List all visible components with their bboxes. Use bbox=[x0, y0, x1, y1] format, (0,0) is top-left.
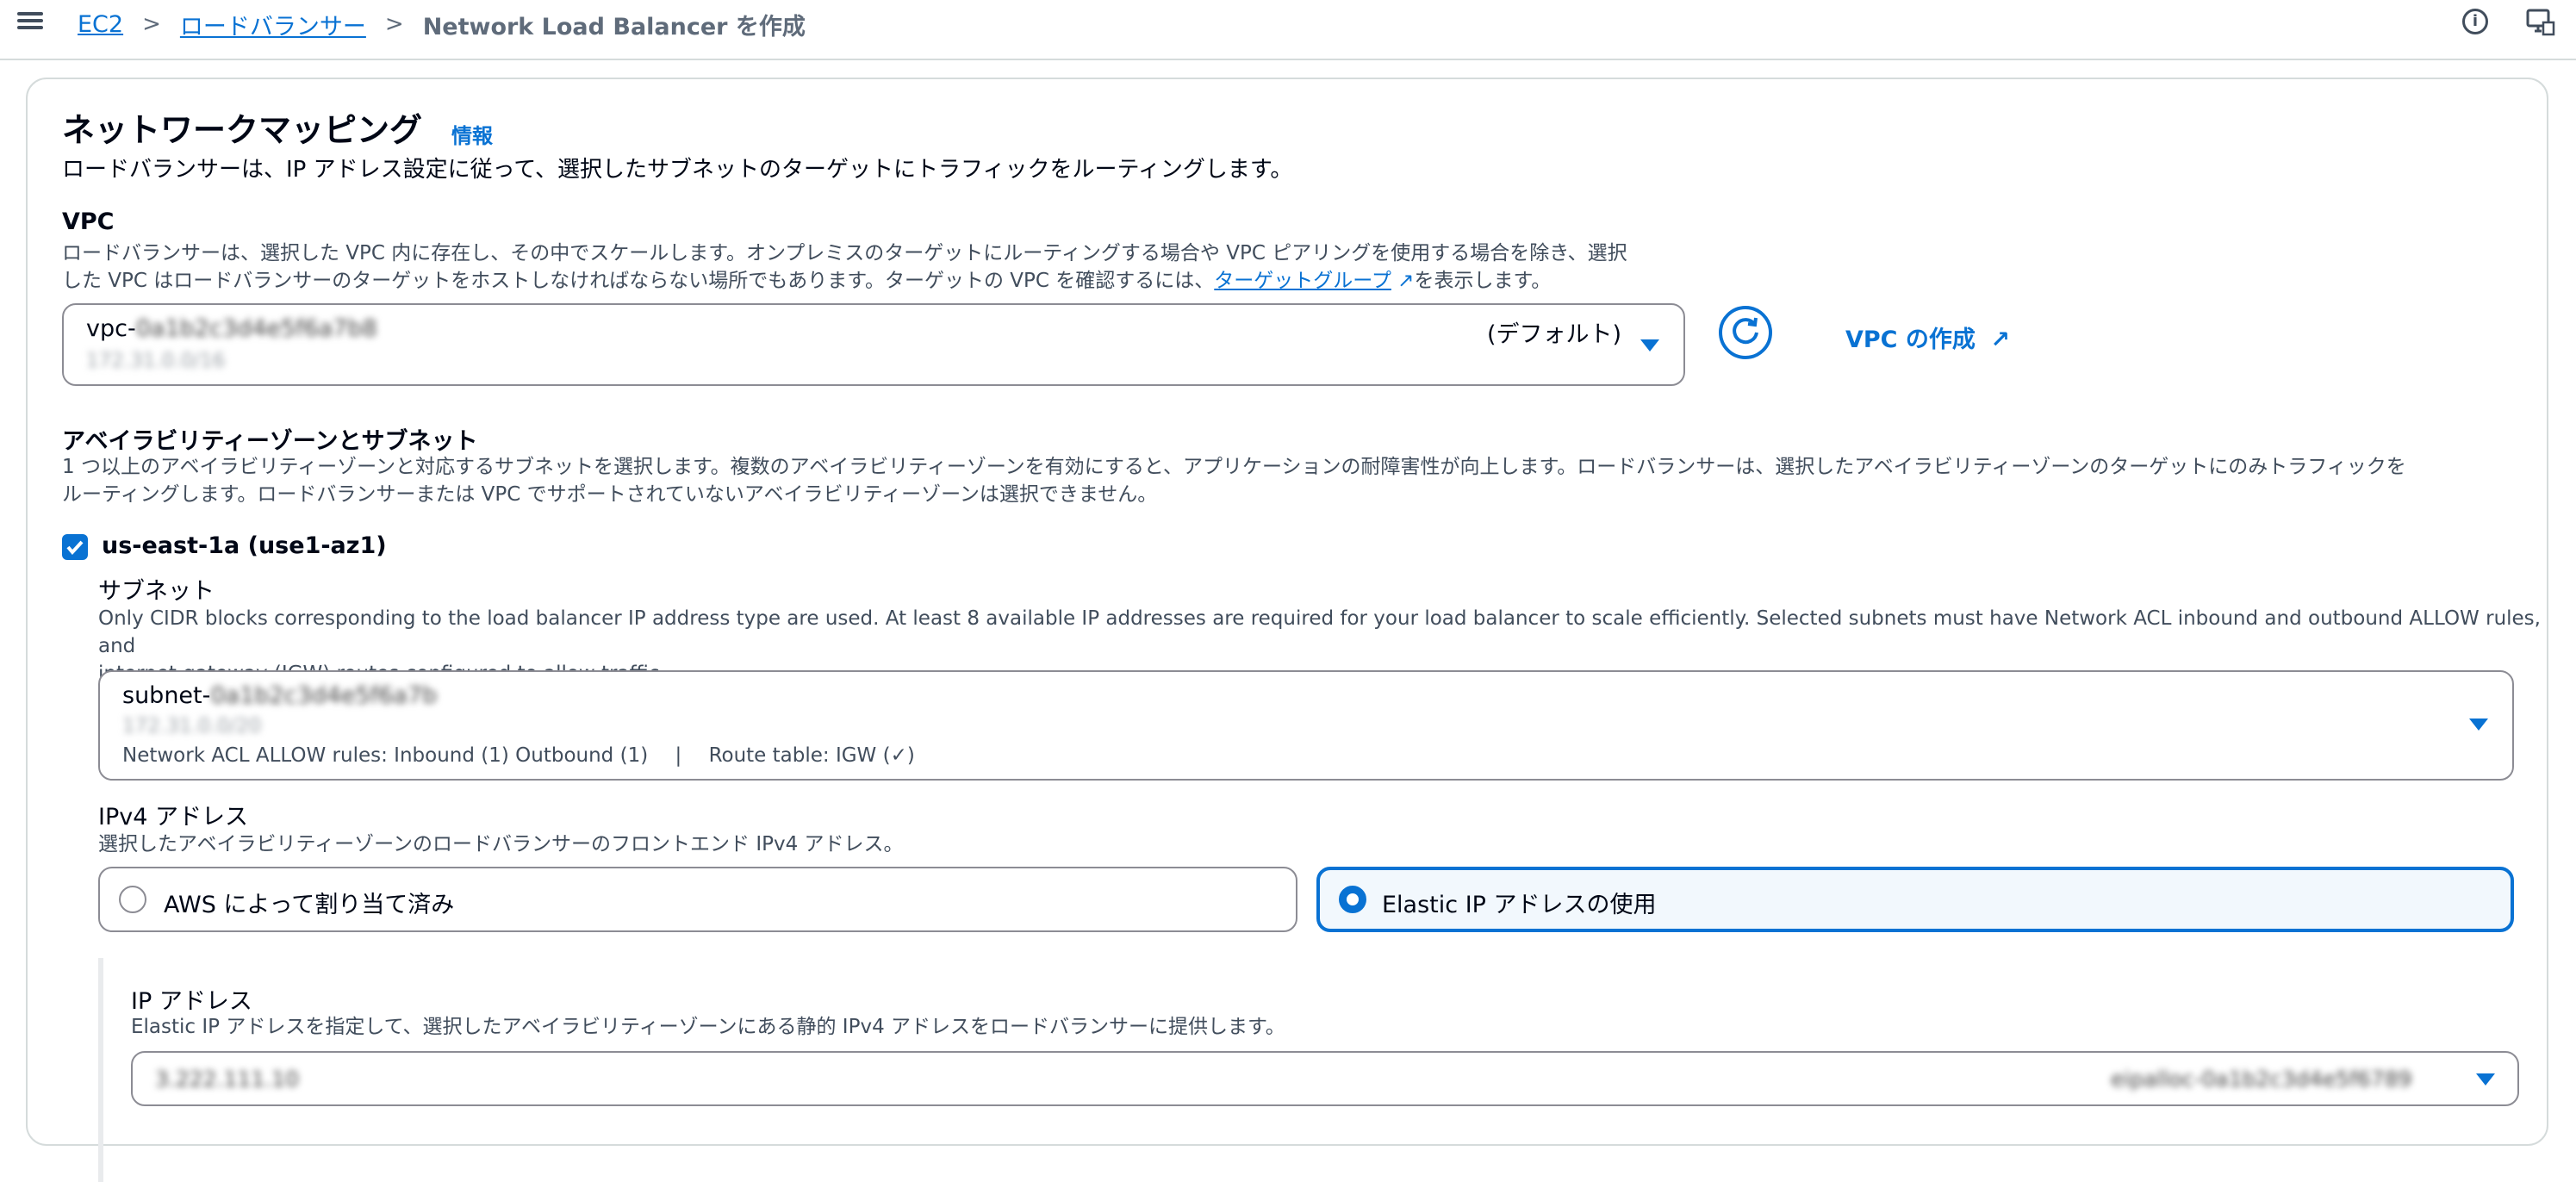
external-link-icon: ↗ bbox=[1391, 270, 1415, 292]
subnet-label: サブネット bbox=[98, 578, 215, 605]
subnet-desc-line1: Only CIDR blocks corresponding to the lo… bbox=[98, 607, 2541, 657]
network-mapping-panel: ネットワークマッピング 情報 ロードバランサーは、IP アドレス設定に従って、選… bbox=[26, 78, 2548, 1182]
chevron-right-icon: > bbox=[142, 11, 161, 37]
az-description: 1 つ以上のアベイラビリティーゾーンと対応するサブネットを選択します。複数のアベ… bbox=[62, 453, 2543, 508]
breadcrumb-current: Network Load Balancer を作成 bbox=[422, 13, 806, 40]
top-navigation-bar: EC2 > ロードバランサー > Network Load Balancer を… bbox=[0, 0, 2576, 60]
caret-down-icon bbox=[2469, 719, 2488, 731]
subnet-cidr-masked: 172.31.0.0/20 bbox=[122, 715, 262, 737]
vpc-desc-suffix: を表示します。 bbox=[1414, 270, 1552, 292]
section-info-link[interactable]: 情報 bbox=[451, 119, 493, 149]
ip-address-description: Elastic IP アドレスを指定して、選択したアベイラビリティーゾーンにある… bbox=[131, 1016, 1285, 1038]
subnet-info-separator: | bbox=[675, 744, 682, 767]
subnet-rules-info: Network ACL ALLOW rules: Inbound (1) Out… bbox=[122, 744, 915, 767]
az-subnet-label: アベイラビリティーゾーンとサブネット bbox=[62, 428, 478, 455]
caret-down-icon bbox=[1640, 339, 1659, 351]
vpc-id-prefix: vpc- bbox=[86, 315, 136, 342]
vpc-desc-prefix: した VPC はロードバランサーのターゲットをホストしなければならない場所でもあ… bbox=[62, 270, 1215, 292]
subnet-selected-value: subnet-0a1b2c3d4e5f6a7b bbox=[122, 682, 437, 709]
create-vpc-label: VPC の作成 bbox=[1845, 327, 1976, 353]
vpc-select[interactable]: vpc-0a1b2c3d4e5f6a7b8 172.31.0.0/16 (デフォ… bbox=[62, 303, 1685, 386]
radio-aws-assigned-label: AWS によって割り当て済み bbox=[164, 892, 455, 918]
vpc-default-tag: (デフォルト) bbox=[1487, 321, 1622, 348]
target-groups-link[interactable]: ターゲットグループ bbox=[1214, 270, 1391, 292]
section-title: ネットワークマッピング bbox=[62, 111, 423, 149]
vpc-desc-line2: した VPC はロードバランサーのターゲットをホストしなければならない場所でもあ… bbox=[62, 267, 1751, 295]
vpc-label: VPC bbox=[62, 208, 115, 235]
caret-down-icon bbox=[2476, 1073, 2495, 1086]
ip-address-label: IP アドレス bbox=[131, 988, 252, 1015]
vpc-selected-value: vpc-0a1b2c3d4e5f6a7b8 bbox=[86, 315, 377, 342]
az-us-east-1a-checkbox[interactable] bbox=[62, 534, 88, 560]
subnet-route-info: Route table: IGW (✓) bbox=[708, 744, 915, 767]
refresh-vpc-button[interactable] bbox=[1719, 306, 1772, 359]
create-vpc-link[interactable]: VPC の作成 ↗ bbox=[1845, 320, 2010, 354]
checkmark-icon bbox=[66, 540, 84, 556]
breadcrumb-ec2-link[interactable]: EC2 bbox=[78, 11, 123, 38]
az-desc-line1: 1 つ以上のアベイラビリティーゾーンと対応するサブネットを選択します。複数のアベ… bbox=[62, 456, 2406, 478]
ipv4-option-aws-assigned[interactable]: AWS によって割り当て済み bbox=[98, 867, 1297, 932]
az-us-east-1a-label[interactable]: us-east-1a (use1-az1) bbox=[102, 532, 387, 559]
breadcrumb: EC2 > ロードバランサー > Network Load Balancer を… bbox=[78, 5, 806, 43]
section-description: ロードバランサーは、IP アドレス設定に従って、選択したサブネットのターゲットに… bbox=[62, 157, 1293, 183]
vpc-desc-line1: ロードバランサーは、選択した VPC 内に存在し、その中でスケールします。オンプ… bbox=[62, 242, 1627, 264]
ipv4-label: IPv4 アドレス bbox=[98, 804, 248, 831]
menu-icon[interactable] bbox=[17, 9, 43, 34]
ipv4-option-elastic-ip[interactable]: Elastic IP アドレスの使用 bbox=[1316, 867, 2514, 932]
elastic-ip-allocation-masked: eipalloc-0a1b2c3d4e5f6789 bbox=[2111, 1067, 2412, 1092]
vpc-description: ロードバランサーは、選択した VPC 内に存在し、その中でスケールします。オンプ… bbox=[62, 240, 1751, 295]
radio-elastic-ip-label: Elastic IP アドレスの使用 bbox=[1382, 892, 1657, 918]
az-desc-line2: ルーティングします。ロードバランサーまたは VPC でサポートされていないアベイ… bbox=[62, 483, 1158, 506]
feedback-monitor-icon[interactable] bbox=[2526, 9, 2555, 36]
ip-address-section: IP アドレス Elastic IP アドレスを指定して、選択したアベイラビリテ… bbox=[98, 958, 2555, 1182]
vpc-cidr-masked: 172.31.0.0/16 bbox=[86, 350, 226, 372]
elastic-ip-masked: 3.222.111.10 bbox=[155, 1067, 299, 1092]
vpc-id-masked: 0a1b2c3d4e5f6a7b8 bbox=[135, 315, 377, 342]
chevron-right-icon: > bbox=[384, 11, 404, 37]
subnet-select[interactable]: subnet-0a1b2c3d4e5f6a7b 172.31.0.0/20 Ne… bbox=[98, 670, 2514, 781]
ipv4-description: 選択したアベイラビリティーゾーンのロードバランサーのフロントエンド IPv4 ア… bbox=[98, 833, 904, 855]
subnet-id-masked: 0a1b2c3d4e5f6a7b bbox=[210, 682, 438, 709]
refresh-icon bbox=[1733, 317, 1758, 345]
elastic-ip-select[interactable]: 3.222.111.10 eipalloc-0a1b2c3d4e5f6789 bbox=[131, 1051, 2519, 1106]
external-link-icon: ↗ bbox=[1990, 327, 2010, 353]
subnet-id-prefix: subnet- bbox=[122, 682, 211, 709]
breadcrumb-load-balancers-link[interactable]: ロードバランサー bbox=[180, 8, 366, 41]
radio-elastic-ip-selected[interactable] bbox=[1339, 886, 1366, 913]
subnet-acl-info: Network ACL ALLOW rules: Inbound (1) Out… bbox=[122, 744, 649, 767]
info-icon[interactable]: i bbox=[2462, 9, 2488, 34]
radio-aws-assigned[interactable] bbox=[119, 886, 146, 913]
